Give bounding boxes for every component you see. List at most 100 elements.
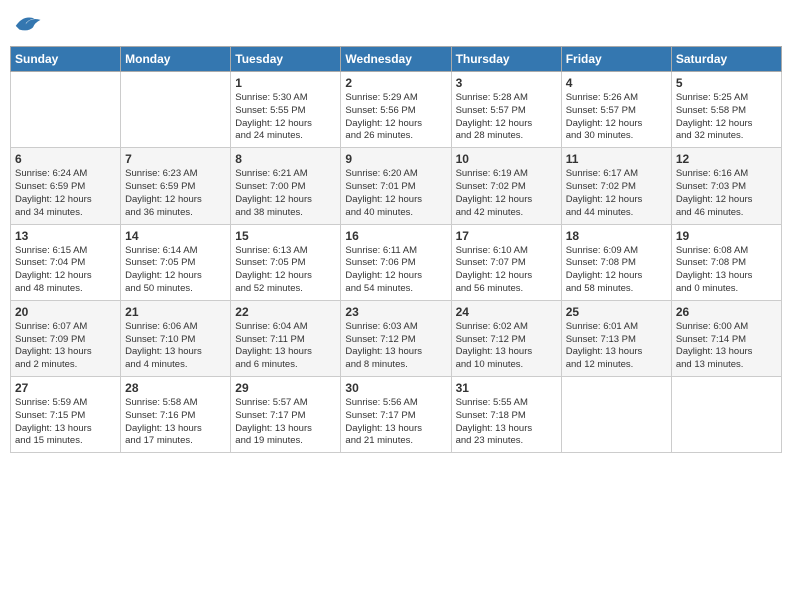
calendar-cell: [561, 377, 671, 453]
day-content: Sunrise: 6:06 AM Sunset: 7:10 PM Dayligh…: [125, 321, 226, 372]
day-header-saturday: Saturday: [671, 47, 781, 72]
calendar-cell: [11, 72, 121, 148]
calendar-cell: 20Sunrise: 6:07 AM Sunset: 7:09 PM Dayli…: [11, 300, 121, 376]
day-number: 25: [566, 305, 667, 319]
calendar-cell: 25 Sunrise: 6:01 AM Sunset: 7:13 PM Dayli…: [561, 300, 671, 376]
calendar-cell: 12Sunrise: 6:16 AM Sunset: 7:03 PM Dayli…: [671, 148, 781, 224]
day-number: 4: [566, 76, 667, 90]
calendar-cell: 28 Sunrise: 5:58 AM Sunset: 7:16 PM Dayli…: [121, 377, 231, 453]
day-number: 9: [345, 152, 446, 166]
calendar-cell: 8 Sunrise: 6:21 AM Sunset: 7:00 PM Daylig…: [231, 148, 341, 224]
day-number: 10: [456, 152, 557, 166]
day-content: Sunrise: 5:25 AM Sunset: 5:58 PM Dayligh…: [676, 92, 777, 143]
day-number: 30: [345, 381, 446, 395]
day-content: Sunrise: 6:10 AM Sunset: 7:07 PM Dayligh…: [456, 245, 557, 296]
day-number: 24: [456, 305, 557, 319]
day-number: 15: [235, 229, 336, 243]
day-content: Sunrise: 6:24 AM Sunset: 6:59 PM Dayligh…: [15, 168, 116, 219]
day-number: 29: [235, 381, 336, 395]
calendar-cell: 5 Sunrise: 5:25 AM Sunset: 5:58 PM Daylig…: [671, 72, 781, 148]
calendar-cell: [671, 377, 781, 453]
calendar-cell: 4 Sunrise: 5:26 AM Sunset: 5:57 PM Daylig…: [561, 72, 671, 148]
day-number: 22: [235, 305, 336, 319]
day-content: Sunrise: 5:28 AM Sunset: 5:57 PM Dayligh…: [456, 92, 557, 143]
day-number: 8: [235, 152, 336, 166]
calendar-cell: 13 Sunrise: 6:15 AM Sunset: 7:04 PM Dayli…: [11, 224, 121, 300]
day-header-monday: Monday: [121, 47, 231, 72]
day-header-tuesday: Tuesday: [231, 47, 341, 72]
day-content: Sunrise: 5:26 AM Sunset: 5:57 PM Dayligh…: [566, 92, 667, 143]
day-content: Sunrise: 6:09 AM Sunset: 7:08 PM Dayligh…: [566, 245, 667, 296]
day-number: 23: [345, 305, 446, 319]
day-content: Sunrise: 6:16 AM Sunset: 7:03 PM Dayligh…: [676, 168, 777, 219]
day-content: Sunrise: 5:57 AM Sunset: 7:17 PM Dayligh…: [235, 397, 336, 448]
day-content: Sunrise: 6:23 AM Sunset: 6:59 PM Dayligh…: [125, 168, 226, 219]
day-number: 28: [125, 381, 226, 395]
calendar-week-row: 13 Sunrise: 6:15 AM Sunset: 7:04 PM Dayli…: [11, 224, 782, 300]
day-header-sunday: Sunday: [11, 47, 121, 72]
calendar-cell: 27 Sunrise: 5:59 AM Sunset: 7:15 PM Dayli…: [11, 377, 121, 453]
day-number: 13: [15, 229, 116, 243]
day-number: 18: [566, 229, 667, 243]
calendar-cell: 11Sunrise: 6:17 AM Sunset: 7:02 PM Dayli…: [561, 148, 671, 224]
calendar-cell: 29 Sunrise: 5:57 AM Sunset: 7:17 PM Dayli…: [231, 377, 341, 453]
day-content: Sunrise: 6:15 AM Sunset: 7:04 PM Dayligh…: [15, 245, 116, 296]
calendar-cell: 7Sunrise: 6:23 AM Sunset: 6:59 PM Daylig…: [121, 148, 231, 224]
day-content: Sunrise: 6:00 AM Sunset: 7:14 PM Dayligh…: [676, 321, 777, 372]
calendar-cell: 3 Sunrise: 5:28 AM Sunset: 5:57 PM Daylig…: [451, 72, 561, 148]
calendar-cell: 24 Sunrise: 6:02 AM Sunset: 7:12 PM Dayli…: [451, 300, 561, 376]
day-number: 21: [125, 305, 226, 319]
day-number: 31: [456, 381, 557, 395]
calendar-cell: [121, 72, 231, 148]
calendar-cell: 16 Sunrise: 6:11 AM Sunset: 7:06 PM Dayli…: [341, 224, 451, 300]
day-number: 3: [456, 76, 557, 90]
day-number: 19: [676, 229, 777, 243]
calendar-cell: 17 Sunrise: 6:10 AM Sunset: 7:07 PM Dayli…: [451, 224, 561, 300]
day-number: 26: [676, 305, 777, 319]
calendar-cell: 22 Sunrise: 6:04 AM Sunset: 7:11 PM Dayli…: [231, 300, 341, 376]
day-number: 6: [15, 152, 116, 166]
calendar-cell: 14 Sunrise: 6:14 AM Sunset: 7:05 PM Dayli…: [121, 224, 231, 300]
day-number: 2: [345, 76, 446, 90]
calendar-week-row: 27 Sunrise: 5:59 AM Sunset: 7:15 PM Dayli…: [11, 377, 782, 453]
day-content: Sunrise: 6:13 AM Sunset: 7:05 PM Dayligh…: [235, 245, 336, 296]
day-header-wednesday: Wednesday: [341, 47, 451, 72]
day-content: Sunrise: 6:08 AM Sunset: 7:08 PM Dayligh…: [676, 245, 777, 296]
calendar-header-row: SundayMondayTuesdayWednesdayThursdayFrid…: [11, 47, 782, 72]
logo: [10, 10, 42, 38]
day-content: Sunrise: 5:56 AM Sunset: 7:17 PM Dayligh…: [345, 397, 446, 448]
calendar-week-row: 6 Sunrise: 6:24 AM Sunset: 6:59 PM Daylig…: [11, 148, 782, 224]
logo-bird-icon: [12, 10, 42, 38]
calendar-cell: 31Sunrise: 5:55 AM Sunset: 7:18 PM Dayli…: [451, 377, 561, 453]
calendar-week-row: 20Sunrise: 6:07 AM Sunset: 7:09 PM Dayli…: [11, 300, 782, 376]
day-number: 16: [345, 229, 446, 243]
day-content: Sunrise: 6:21 AM Sunset: 7:00 PM Dayligh…: [235, 168, 336, 219]
calendar-week-row: 1 Sunrise: 5:30 AM Sunset: 5:55 PM Daylig…: [11, 72, 782, 148]
day-content: Sunrise: 6:03 AM Sunset: 7:12 PM Dayligh…: [345, 321, 446, 372]
day-content: Sunrise: 6:14 AM Sunset: 7:05 PM Dayligh…: [125, 245, 226, 296]
day-number: 27: [15, 381, 116, 395]
calendar-cell: 19 Sunrise: 6:08 AM Sunset: 7:08 PM Dayli…: [671, 224, 781, 300]
day-number: 1: [235, 76, 336, 90]
calendar-cell: 18 Sunrise: 6:09 AM Sunset: 7:08 PM Dayli…: [561, 224, 671, 300]
calendar-cell: 10 Sunrise: 6:19 AM Sunset: 7:02 PM Dayli…: [451, 148, 561, 224]
day-number: 5: [676, 76, 777, 90]
calendar-cell: 30 Sunrise: 5:56 AM Sunset: 7:17 PM Dayli…: [341, 377, 451, 453]
day-header-thursday: Thursday: [451, 47, 561, 72]
calendar-cell: 6 Sunrise: 6:24 AM Sunset: 6:59 PM Daylig…: [11, 148, 121, 224]
day-content: Sunrise: 6:02 AM Sunset: 7:12 PM Dayligh…: [456, 321, 557, 372]
day-header-friday: Friday: [561, 47, 671, 72]
calendar-cell: 2Sunrise: 5:29 AM Sunset: 5:56 PM Daylig…: [341, 72, 451, 148]
day-number: 14: [125, 229, 226, 243]
day-content: Sunrise: 5:59 AM Sunset: 7:15 PM Dayligh…: [15, 397, 116, 448]
day-content: Sunrise: 6:19 AM Sunset: 7:02 PM Dayligh…: [456, 168, 557, 219]
day-content: Sunrise: 6:04 AM Sunset: 7:11 PM Dayligh…: [235, 321, 336, 372]
day-content: Sunrise: 5:30 AM Sunset: 5:55 PM Dayligh…: [235, 92, 336, 143]
day-content: Sunrise: 6:07 AM Sunset: 7:09 PM Dayligh…: [15, 321, 116, 372]
day-content: Sunrise: 6:20 AM Sunset: 7:01 PM Dayligh…: [345, 168, 446, 219]
day-number: 17: [456, 229, 557, 243]
page-header: [10, 10, 782, 38]
day-content: Sunrise: 5:58 AM Sunset: 7:16 PM Dayligh…: [125, 397, 226, 448]
day-content: Sunrise: 6:11 AM Sunset: 7:06 PM Dayligh…: [345, 245, 446, 296]
day-content: Sunrise: 6:01 AM Sunset: 7:13 PM Dayligh…: [566, 321, 667, 372]
